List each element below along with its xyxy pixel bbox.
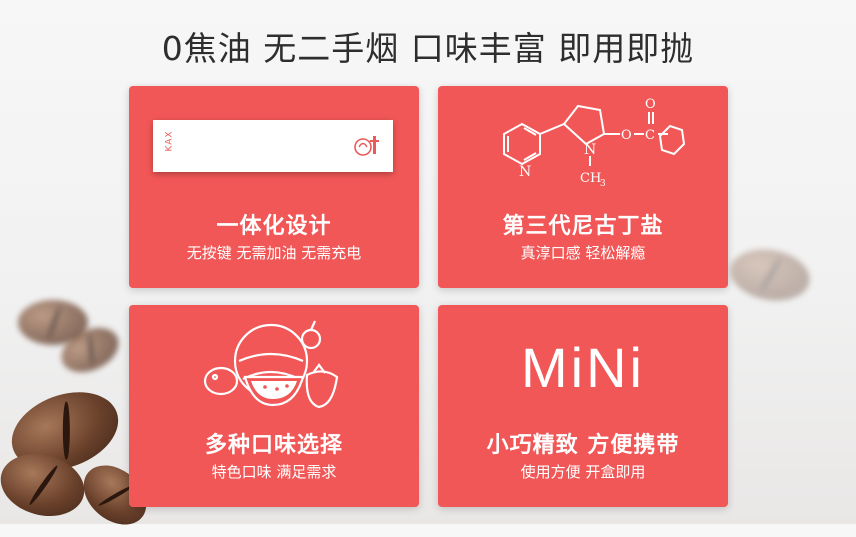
card-title: 小巧精致 方便携带 bbox=[486, 433, 680, 458]
feature-card-nicotine-salt: N N CH 3 O C O 第三代尼古丁盐 真淳口感 轻松解瘾 bbox=[438, 86, 728, 288]
card-title: 第三代尼古丁盐 bbox=[502, 214, 664, 239]
feature-card-flavors: 多种口味选择 特色口味 满足需求 bbox=[129, 305, 419, 507]
card-subtitle: 使用方便 开盒即用 bbox=[520, 463, 646, 481]
atom-label: 3 bbox=[600, 179, 606, 189]
card-subtitle: 真淳口感 轻松解瘾 bbox=[520, 244, 646, 262]
atom-label: O bbox=[621, 128, 632, 143]
card-subtitle: 无按键 无需加油 无需充电 bbox=[186, 244, 362, 262]
molecule-structure-icon: N N CH 3 O C O bbox=[503, 97, 686, 189]
feature-card-mini: MiNi 小巧精致 方便携带 使用方便 开盒即用 bbox=[438, 305, 728, 507]
atom-label: N bbox=[519, 164, 531, 180]
stick-brand-label: KAX bbox=[164, 130, 175, 152]
card-subtitle: 特色口味 满足需求 bbox=[211, 463, 337, 481]
atom-label: N bbox=[584, 142, 596, 158]
feature-card-integrated-design: KAX 一体化设计 无按键 无需加油 无需充电 bbox=[129, 86, 419, 288]
card-title: 多种口味选择 bbox=[204, 433, 343, 458]
product-stick-image: KAX bbox=[153, 120, 393, 172]
card-title: 一体化设计 bbox=[216, 214, 332, 239]
fruits-icon bbox=[203, 320, 339, 409]
atom-label: C bbox=[645, 128, 655, 143]
atom-label: CH bbox=[580, 171, 601, 186]
headline: 0焦油 无二手烟 口味丰富 即用即抛 bbox=[161, 29, 695, 68]
mini-label: MiNi bbox=[521, 336, 645, 399]
atom-label: O bbox=[645, 97, 656, 112]
coffee-bean-decoration bbox=[726, 243, 814, 307]
brand-logo-icon bbox=[354, 136, 379, 156]
